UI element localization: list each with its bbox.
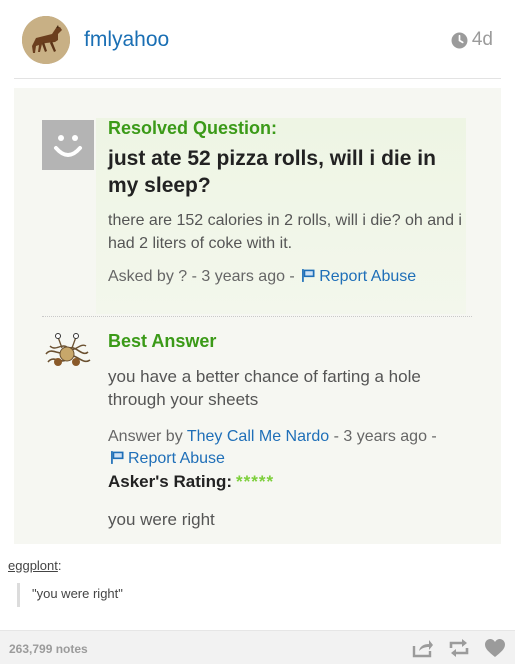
answer-age-text: - 3 years ago - [329,428,437,445]
asked-by-text: Asked by ? - 3 years ago - [108,268,300,285]
askers-rating-label: Asker's Rating: [108,472,233,491]
section-divider [42,316,472,317]
report-abuse-link-question[interactable]: Report Abuse [319,268,416,285]
question-meta: Asked by ? - 3 years ago - Report Abuse [108,268,416,286]
quote-bar [17,583,20,607]
answerer-avatar [40,332,94,378]
rating-stars: ***** [236,472,275,491]
reblog-quote: "you were right" [32,586,123,601]
reblog-colon: : [57,558,62,573]
qa-screenshot: Resolved Question: just ate 52 pizza rol… [14,88,501,544]
post-age: 4d [451,29,493,51]
answer-by-text: Answer by [108,428,187,445]
answer-body: you have a better chance of farting a ho… [108,367,421,409]
horse-icon [22,16,70,64]
blog-username[interactable]: fmlyahoo [84,28,169,52]
post-footer: 263,799 notes [0,630,515,664]
reblog-button[interactable] [448,638,470,658]
header-divider [14,78,501,79]
best-answer-label: Best Answer [108,331,217,351]
answerer-link[interactable]: They Call Me Nardo [187,428,329,445]
reblog-user: eggplont: [8,558,62,573]
asker-avatar [42,120,94,170]
share-icon [412,640,433,658]
flag-icon [111,451,124,464]
clock-icon [451,32,468,48]
asker-reply: you were right [108,510,215,529]
flag-icon [302,269,315,282]
flying-spaghetti-monster-icon [45,333,91,366]
resolved-question-label: Resolved Question: [108,118,278,138]
question-title[interactable]: just ate 52 pizza rolls, will i die in m… [108,145,468,199]
askers-rating: Asker's Rating: ***** [108,472,274,492]
report-abuse-link-answer[interactable]: Report Abuse [128,450,225,467]
smiley-icon [42,120,94,170]
notes-count[interactable]: 263,799 notes [9,642,88,656]
heart-icon [485,639,505,657]
like-button[interactable] [484,638,506,658]
share-button[interactable] [412,638,434,658]
answer-meta: Answer by They Call Me Nardo - 3 years a… [108,426,468,470]
question-body: there are 152 calories in 2 rolls, will … [108,212,462,252]
post-age-label: 4d [471,29,493,50]
reblog-user-link[interactable]: eggplont [8,558,58,573]
post-header: fmlyahoo 4d [0,0,515,80]
reblog-icon [449,639,469,657]
blog-avatar[interactable] [22,16,70,64]
